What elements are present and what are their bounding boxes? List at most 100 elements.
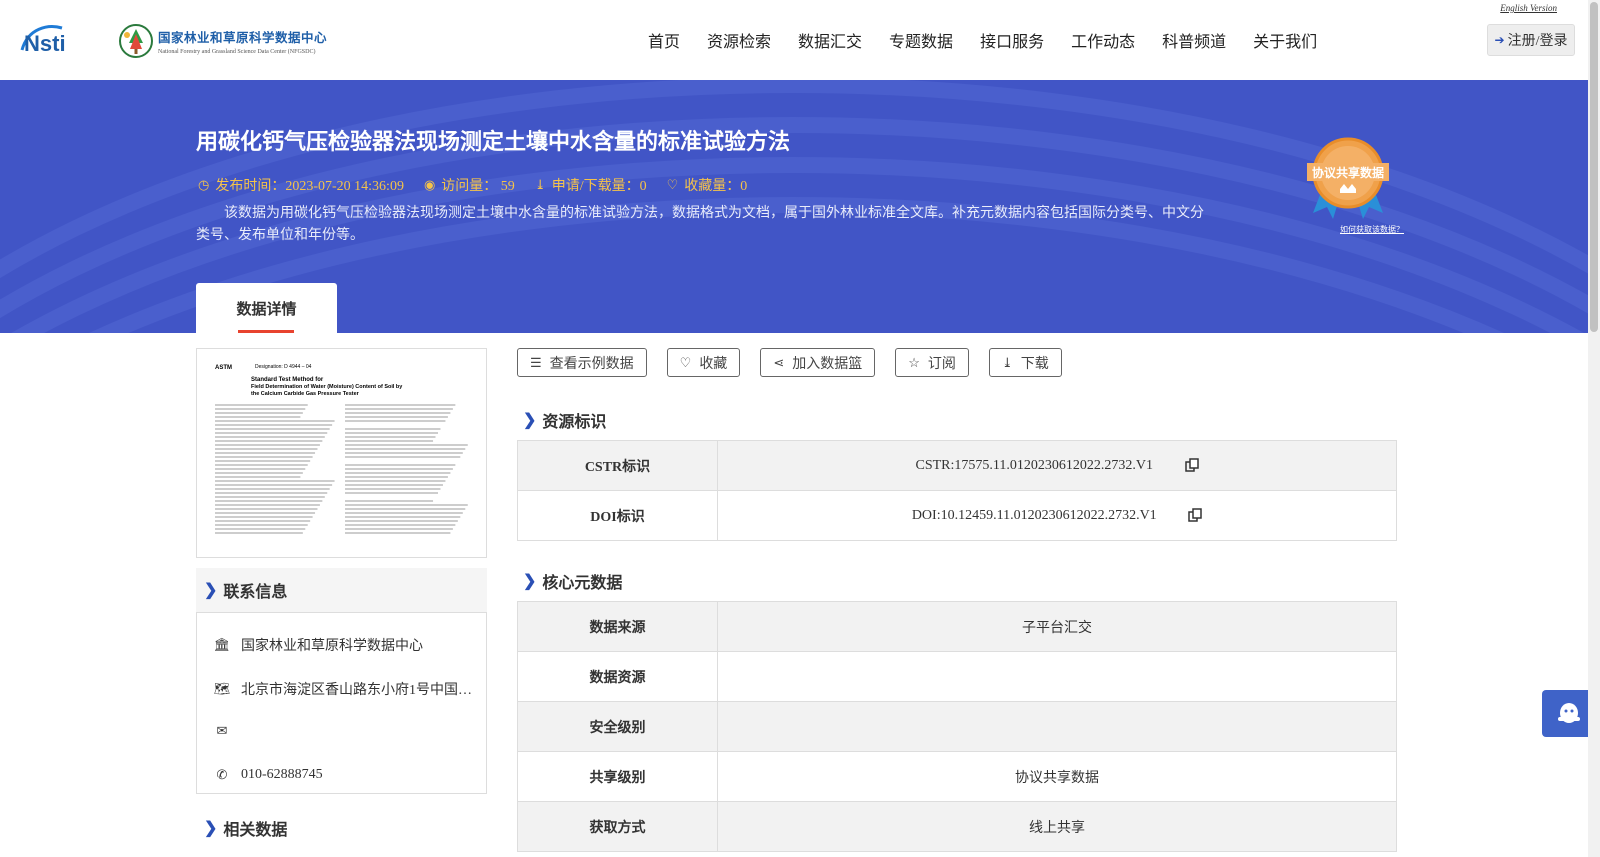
subscribe-label: 订阅: [927, 356, 956, 372]
how-to-get-data-link[interactable]: 如何获取该数据？: [1340, 224, 1404, 235]
favorite-button[interactable]: ♡ 收藏: [666, 348, 741, 377]
contact-phone: ✆ 010-62888745: [213, 767, 323, 783]
download-count-text: 申请/下载量：0: [551, 179, 647, 194]
nav-topic-data[interactable]: 专题数据: [889, 28, 953, 52]
center-name-cn: 国家林业和草原科学数据中心: [158, 30, 328, 45]
nfgsdc-logo[interactable]: 国家林业和草原科学数据中心 National Forestry and Gras…: [118, 22, 338, 60]
publish-time-text: 发布时间：2023-07-20 14:36:09: [215, 179, 404, 194]
institution-icon: 🏛: [213, 637, 231, 652]
chat-icon: [1557, 702, 1580, 723]
metadata-key: 数据来源: [517, 601, 718, 652]
center-name-en: National Forestry and Grassland Science …: [158, 49, 316, 55]
chevron-right-icon: ❯: [523, 573, 537, 590]
eye-icon: ◉: [423, 177, 436, 192]
subscribe-button[interactable]: ☆ 订阅: [895, 348, 969, 377]
metadata-value: 子平台汇交: [717, 601, 1397, 652]
cstr-value-cell: CSTR:17575.11.0120230612022.2732.V1: [717, 440, 1397, 491]
login-label: 注册/登录: [1507, 34, 1568, 49]
svg-text:the Calcium Carbide Gas Pressu: the Calcium Carbide Gas Pressure Tester: [251, 391, 360, 397]
contact-org: 🏛 国家林业和草原科学数据中心: [213, 635, 423, 655]
chevron-right-icon: ❯: [204, 582, 218, 599]
tab-data-details-label: 数据详情: [236, 301, 297, 318]
page-scrollbar[interactable]: [1588, 0, 1600, 857]
doi-value-cell: DOI:10.12459.11.0120230612022.2732.V1: [717, 490, 1397, 541]
resource-id-heading-text: 资源标识: [542, 414, 607, 431]
document-preview[interactable]: ASTM Designation: D 4944 – 04 Standard T…: [196, 348, 487, 558]
heart-icon: ♡: [679, 354, 692, 370]
nav-science[interactable]: 科普频道: [1162, 28, 1226, 52]
scrollbar-thumb[interactable]: [1590, 2, 1598, 332]
doi-value: DOI:10.12459.11.0120230612022.2732.V1: [911, 507, 1157, 523]
download-button[interactable]: ⤓ 下载: [988, 348, 1062, 377]
download-label: 下载: [1020, 356, 1049, 372]
svg-text:Field Determination of Water (: Field Determination of Water (Moisture) …: [251, 384, 403, 390]
core-metadata-heading-text: 核心元数据: [542, 575, 623, 592]
action-bar: ☰ 查看示例数据 ♡ 收藏 ⋖ 加入数据篮 ☆ 订阅 ⤓ 下载: [517, 348, 1082, 377]
nav-resource-search[interactable]: 资源检索: [707, 28, 771, 52]
tab-data-details[interactable]: 数据详情: [196, 283, 337, 333]
nav-news[interactable]: 工作动态: [1071, 28, 1135, 52]
login-button[interactable]: ➔ 注册/登录: [1487, 24, 1575, 56]
contact-info-box: 🏛 国家林业和草原科学数据中心 🗺 北京市海淀区香山路东小府1号中国… ✉ ✆ …: [196, 612, 487, 794]
english-version-link[interactable]: English Version: [1500, 3, 1557, 13]
copy-icon[interactable]: [1184, 458, 1199, 473]
share-icon: ⋖: [773, 354, 785, 370]
related-data-heading: ❯ 相关数据: [204, 816, 287, 840]
nav-home[interactable]: 首页: [648, 28, 680, 52]
metadata-key: 获取方式: [517, 801, 718, 852]
chevron-right-icon: ❯: [204, 820, 218, 837]
table-row: 数据来源 子平台汇交: [517, 601, 1397, 652]
main-nav: 首页 资源检索 数据汇交 专题数据 接口服务 工作动态 科普频道 关于我们: [648, 28, 1344, 52]
dataset-banner: 用碳化钙气压检验器法现场测定土壤中水含量的标准试验方法 ◷ 发布时间：2023-…: [0, 80, 1588, 333]
core-metadata-table: 数据来源 子平台汇交 数据资源 安全级别 共享级别 协议共享数据 获取方式 线上…: [517, 601, 1397, 852]
contact-phone-text: 010-62888745: [241, 767, 323, 782]
map-icon: 🗺: [213, 681, 231, 696]
phone-icon: ✆: [216, 767, 228, 782]
svg-text:ASTM: ASTM: [215, 365, 232, 371]
nfgsdc-emblem-icon: [119, 24, 153, 58]
metadata-value: 协议共享数据: [717, 751, 1397, 802]
dataset-description: 该数据为用碳化钙气压检验器法现场测定土壤中水含量的标准试验方法，数据格式为文档，…: [196, 206, 1204, 243]
contact-org-text: 国家林业和草原科学数据中心: [241, 639, 423, 654]
envelope-icon: ✉: [216, 723, 228, 738]
active-tab-indicator: [238, 330, 294, 333]
metadata-key: 共享级别: [517, 751, 718, 802]
contact-email: ✉: [213, 723, 241, 739]
favorite-label: 收藏: [699, 356, 728, 372]
chevron-right-icon: ❯: [523, 412, 537, 429]
metadata-value: [717, 701, 1397, 752]
sign-in-icon: ➔: [1494, 32, 1505, 47]
metadata-value: [717, 651, 1397, 702]
resource-id-table: CSTR标识 CSTR:17575.11.0120230612022.2732.…: [517, 440, 1397, 541]
svg-text:协议共享数据: 协议共享数据: [1312, 165, 1384, 180]
svg-text:Designation: D 4944 – 04: Designation: D 4944 – 04: [255, 364, 312, 370]
dataset-meta: ◷ 发布时间：2023-07-20 14:36:09 ◉ 访问量： 59 ⤓ 申…: [198, 175, 767, 195]
database-icon: ☰: [530, 354, 542, 370]
table-row: DOI标识 DOI:10.12459.11.0120230612022.2732…: [517, 490, 1397, 541]
nav-about[interactable]: 关于我们: [1253, 28, 1317, 52]
favorite-count: ♡ 收藏量：0: [667, 175, 748, 195]
cstr-value: CSTR:17575.11.0120230612022.2732.V1: [915, 457, 1154, 473]
metadata-key: 安全级别: [517, 701, 718, 752]
copy-icon[interactable]: [1188, 508, 1202, 523]
table-row: 获取方式 线上共享: [517, 801, 1397, 852]
contact-address-text: 北京市海淀区香山路东小府1号中国…: [241, 683, 472, 698]
view-sample-button[interactable]: ☰ 查看示例数据: [517, 348, 647, 377]
svg-text:Standard Test Method for: Standard Test Method for: [251, 377, 324, 383]
doi-key: DOI标识: [517, 490, 718, 541]
download-icon: ⤓: [1001, 354, 1013, 370]
publish-time: ◷ 发布时间：2023-07-20 14:36:09: [198, 175, 404, 195]
visit-count: ◉ 访问量： 59: [424, 175, 515, 195]
add-to-basket-label: 加入数据篮: [792, 356, 863, 372]
table-row: 安全级别: [517, 701, 1397, 752]
nsti-logo[interactable]: Nsti: [18, 22, 98, 56]
table-row: 数据资源: [517, 651, 1397, 702]
nav-api-service[interactable]: 接口服务: [980, 28, 1044, 52]
download-icon: ⤓: [534, 177, 546, 192]
contact-info-heading: ❯ 联系信息: [196, 568, 487, 612]
core-metadata-heading: ❯ 核心元数据: [523, 569, 622, 593]
add-to-basket-button[interactable]: ⋖ 加入数据篮: [760, 348, 876, 377]
visit-count-text: 访问量： 59: [441, 179, 515, 194]
nav-data-submission[interactable]: 数据汇交: [798, 28, 862, 52]
favorite-count-text: 收藏量：0: [684, 179, 748, 194]
